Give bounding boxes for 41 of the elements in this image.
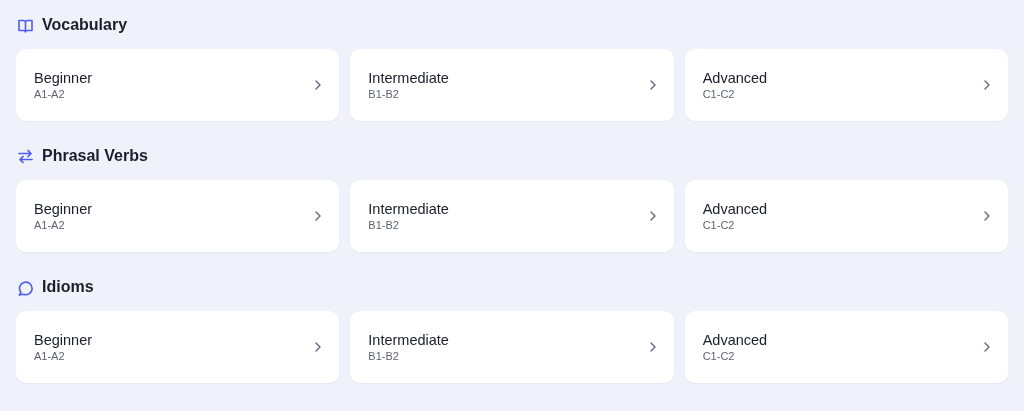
level-card[interactable]: Intermediate B1-B2 — [350, 311, 674, 383]
level-title: Advanced — [702, 200, 768, 218]
section-title: Phrasal Verbs — [42, 146, 148, 166]
level-card[interactable]: Intermediate B1-B2 — [350, 180, 674, 252]
chevron-right-icon — [983, 79, 991, 91]
chevron-right-icon — [648, 341, 657, 353]
chevron-right-icon — [314, 79, 323, 91]
chevron-right-icon — [314, 341, 323, 353]
level-range: A1-A2 — [34, 349, 66, 363]
level-card[interactable]: Advanced C1-C2 — [684, 180, 1008, 252]
swap-arrows-icon — [17, 147, 34, 165]
chevron-right-icon — [648, 210, 657, 222]
level-title: Beginner — [34, 331, 93, 349]
level-title: Beginner — [34, 69, 93, 87]
chevron-right-icon — [983, 210, 991, 222]
level-range: B1-B2 — [368, 218, 400, 232]
chat-bubble-icon — [17, 278, 34, 296]
chevron-right-icon — [648, 79, 657, 91]
level-title: Intermediate — [368, 200, 449, 218]
section-title: Idioms — [42, 277, 94, 297]
level-title: Intermediate — [368, 331, 449, 349]
chevron-right-icon — [314, 210, 323, 222]
level-card[interactable]: Beginner A1-A2 — [16, 49, 340, 121]
level-card[interactable]: Beginner A1-A2 — [16, 311, 340, 383]
chevron-right-icon — [983, 341, 991, 353]
section-title: Vocabulary — [42, 15, 128, 35]
level-card[interactable]: Advanced C1-C2 — [684, 311, 1008, 383]
level-title: Advanced — [702, 331, 768, 349]
level-title: Beginner — [34, 200, 93, 218]
level-range: C1-C2 — [702, 349, 736, 363]
level-card[interactable]: Beginner A1-A2 — [16, 180, 340, 252]
level-title: Advanced — [702, 69, 768, 87]
level-card[interactable]: Advanced C1-C2 — [684, 49, 1008, 121]
level-range: A1-A2 — [34, 87, 66, 101]
level-range: C1-C2 — [702, 87, 736, 101]
level-range: A1-A2 — [34, 218, 66, 232]
level-range: B1-B2 — [368, 349, 400, 363]
level-range: C1-C2 — [702, 218, 736, 232]
level-title: Intermediate — [368, 69, 449, 87]
level-range: B1-B2 — [368, 87, 400, 101]
level-card[interactable]: Intermediate B1-B2 — [350, 49, 674, 121]
